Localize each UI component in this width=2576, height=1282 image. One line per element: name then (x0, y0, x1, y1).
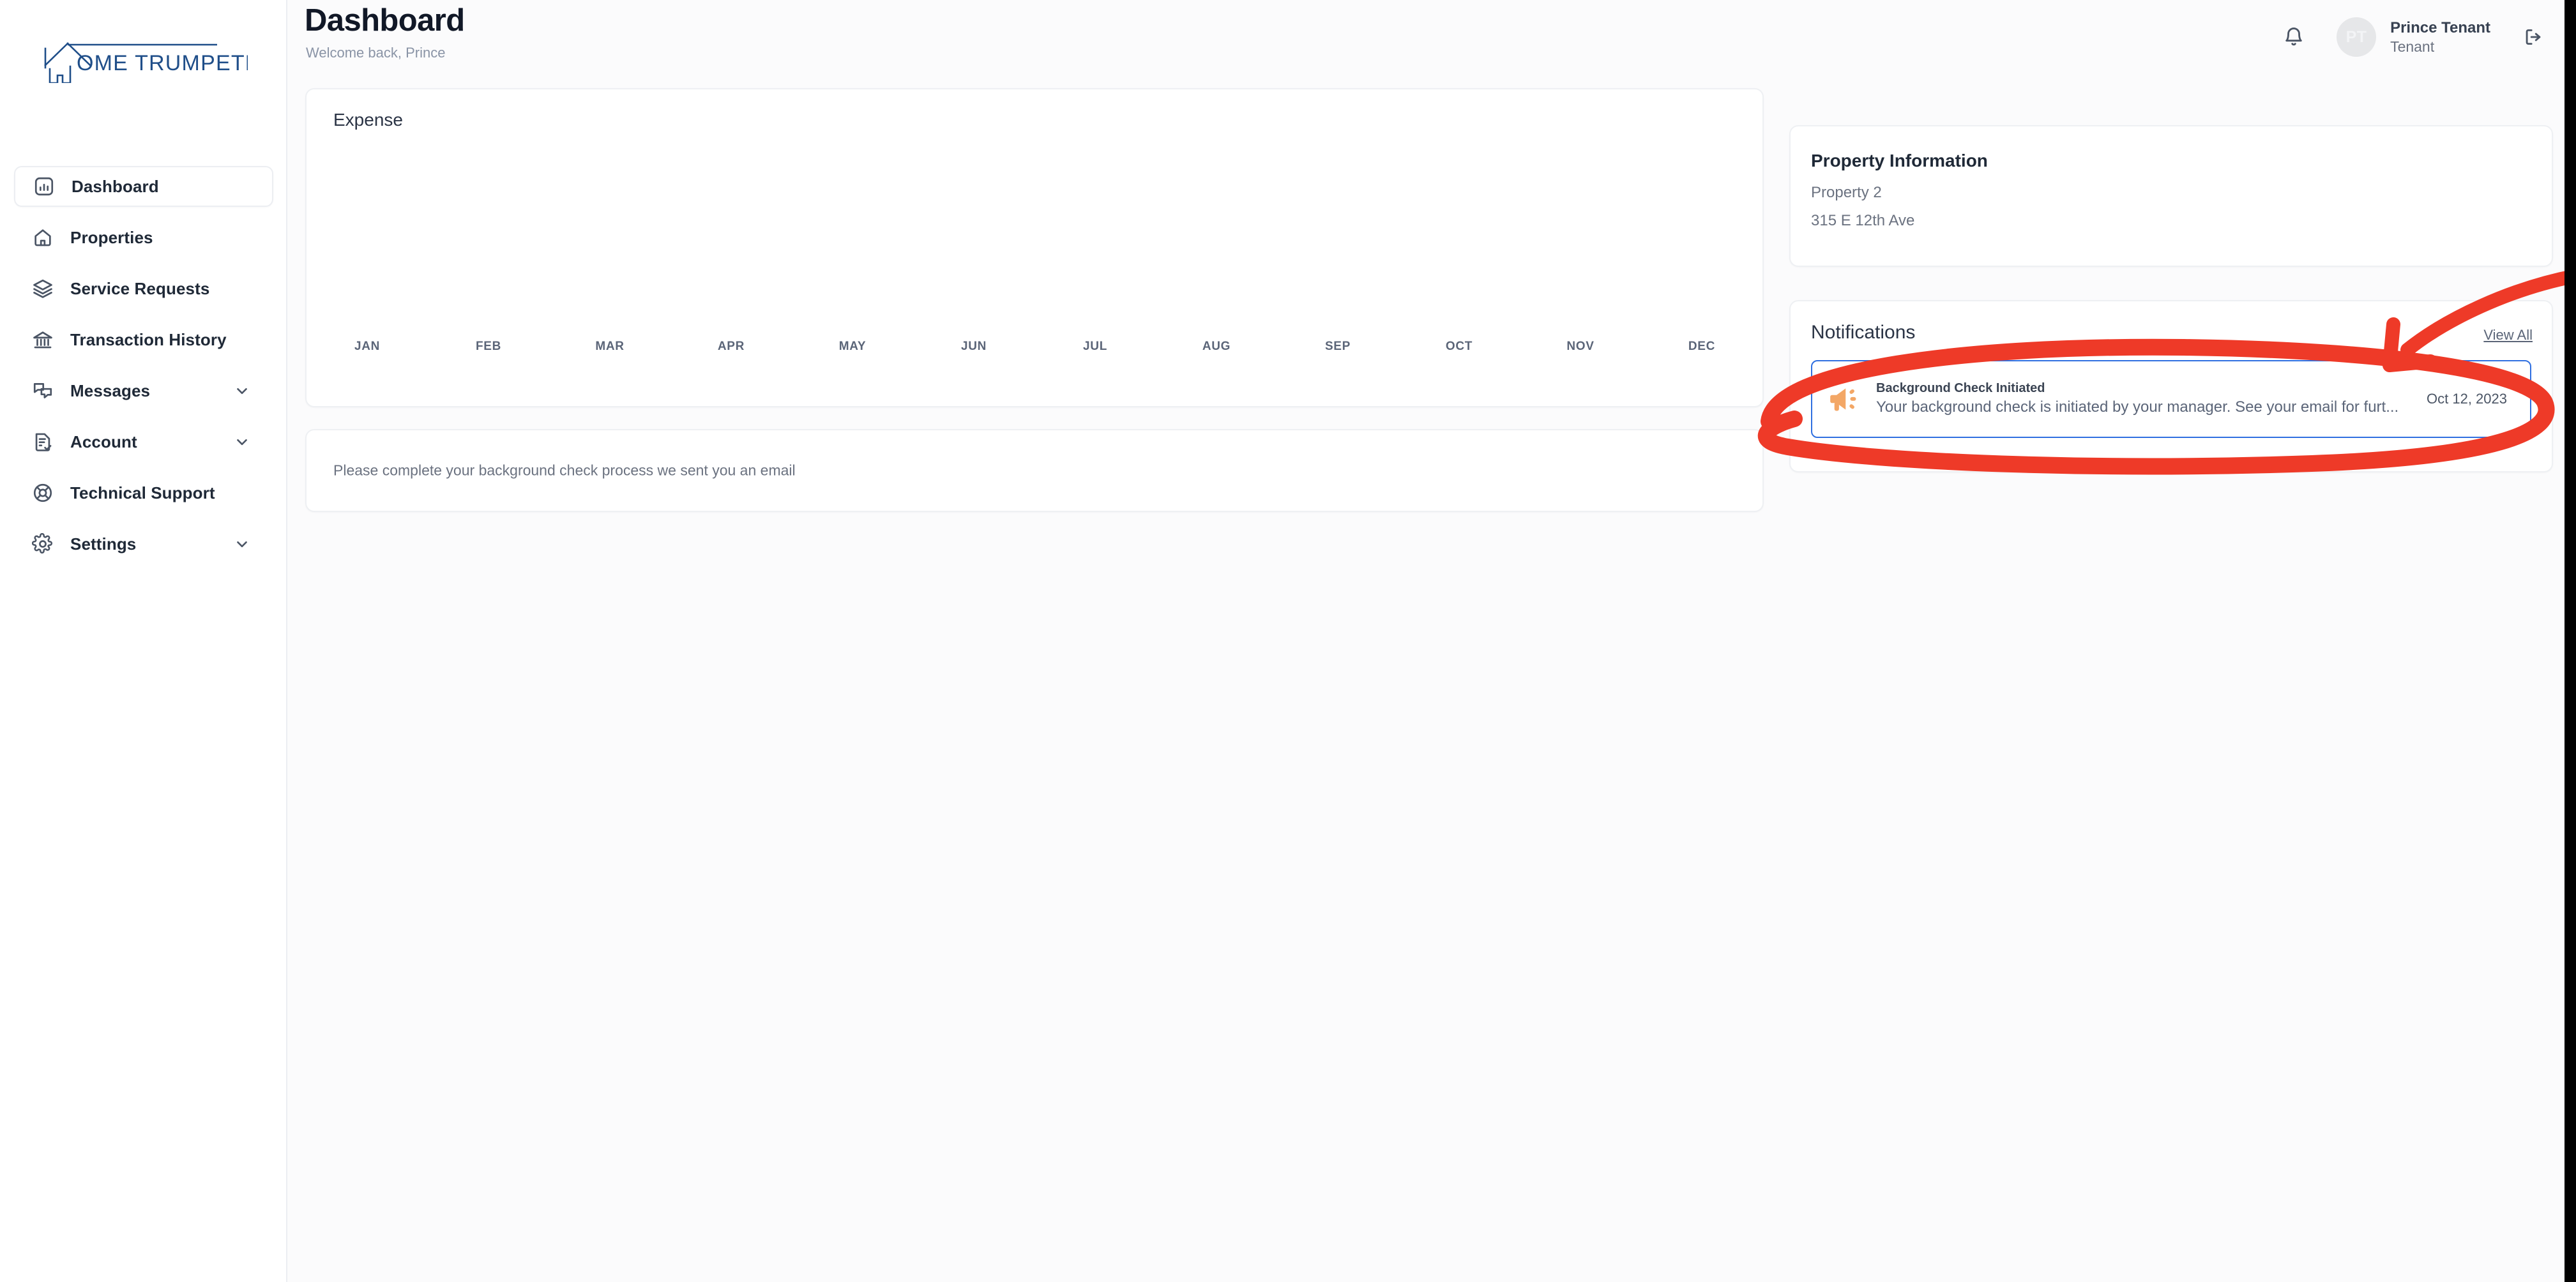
chat-bubbles-icon (28, 376, 57, 405)
x-tick: AUG (1202, 340, 1231, 353)
chart-x-axis: JAN FEB MAR APR MAY JUN JUL AUG SEP OCT … (307, 340, 1762, 354)
view-all-link[interactable]: View All (2483, 327, 2533, 343)
sidebar-item-label: Properties (70, 227, 153, 247)
x-tick: OCT (1445, 340, 1473, 353)
logout-icon[interactable] (2513, 17, 2553, 57)
user-name: Prince Tenant (2390, 19, 2490, 37)
x-tick: JAN (354, 340, 381, 353)
property-information-title: Property Information (1811, 151, 1988, 170)
x-tick: MAR (595, 340, 625, 353)
notification-title: Background Check Initiated (1876, 381, 2045, 396)
property-information-card: Property Information Property 2 315 E 12… (1789, 125, 2553, 267)
gear-icon (28, 529, 57, 559)
notification-item[interactable]: Background Check Initiated Your backgrou… (1811, 360, 2531, 438)
sidebar-item-label: Messages (70, 381, 151, 400)
document-check-icon (28, 427, 57, 456)
megaphone-icon (1812, 382, 1876, 416)
sidebar-item-transaction-history[interactable]: Transaction History (14, 319, 273, 360)
chevron-down-icon[interactable] (234, 382, 250, 399)
sidebar-item-messages[interactable]: Messages (14, 370, 273, 411)
sidebar-item-label: Dashboard (72, 176, 159, 196)
brand-logo[interactable]: OME TRUMPETER (26, 37, 249, 83)
top-bar: Dashboard Welcome back, Prince PT Prince… (289, 0, 2565, 75)
bar-chart-icon (29, 172, 59, 201)
page-title: Dashboard (305, 3, 465, 38)
notification-date: Oct 12, 2023 (2427, 391, 2507, 407)
right-gutter (2565, 0, 2576, 1282)
x-tick: MAY (838, 340, 867, 353)
expense-chart-title: Expense (333, 110, 403, 130)
sidebar-item-label: Technical Support (70, 483, 215, 502)
background-check-notice-text: Please complete your background check pr… (333, 462, 796, 479)
notification-body: Background Check Initiated Your backgrou… (1876, 380, 2427, 418)
home-trumpeter-logo-icon: OME TRUMPETER (44, 42, 248, 83)
user-role: Tenant (2390, 38, 2435, 55)
bank-icon (28, 325, 57, 354)
sidebar: OME TRUMPETER Dashboard Properties (0, 0, 287, 1282)
app-root: OME TRUMPETER Dashboard Properties (0, 0, 2576, 1282)
lifebuoy-icon (28, 478, 57, 508)
background-check-notice-card: Please complete your background check pr… (305, 429, 1764, 512)
notification-description: Your background check is initiated by yo… (1876, 398, 2399, 416)
user-info[interactable]: Prince Tenant Tenant (2390, 19, 2490, 55)
sidebar-item-service-requests[interactable]: Service Requests (14, 268, 273, 309)
sidebar-item-label: Settings (70, 534, 137, 554)
sidebar-item-account[interactable]: Account (14, 421, 273, 462)
logo-wordmark: OME TRUMPETER (77, 51, 248, 75)
sidebar-item-technical-support[interactable]: Technical Support (14, 472, 273, 513)
expense-chart-card: Expense JAN FEB MAR APR MAY JUN JUL AUG … (305, 88, 1764, 407)
sidebar-nav: Dashboard Properties Service Requests Tr… (0, 166, 287, 575)
home-icon (28, 223, 57, 252)
x-tick: NOV (1566, 340, 1595, 353)
notifications-title: Notifications (1811, 322, 1916, 343)
property-address: 315 E 12th Ave (1811, 212, 1915, 229)
sidebar-item-label: Service Requests (70, 278, 210, 298)
x-tick: DEC (1688, 340, 1716, 353)
x-tick: JUN (960, 340, 987, 353)
x-tick: APR (717, 340, 745, 353)
bell-icon[interactable] (2275, 19, 2312, 56)
x-tick: FEB (475, 340, 502, 353)
top-bar-actions: PT Prince Tenant Tenant (2275, 14, 2565, 60)
expense-chart-plot: JAN FEB MAR APR MAY JUN JUL AUG SEP OCT … (307, 151, 1762, 406)
sidebar-item-label: Account (70, 432, 137, 451)
avatar[interactable]: PT (2337, 17, 2377, 57)
chevron-down-icon[interactable] (234, 434, 250, 450)
notifications-card: Notifications View All Background Check … (1789, 300, 2553, 472)
sidebar-item-dashboard[interactable]: Dashboard (14, 166, 273, 207)
welcome-subtitle: Welcome back, Prince (306, 45, 446, 61)
sidebar-item-label: Transaction History (70, 329, 227, 349)
property-name: Property 2 (1811, 184, 1882, 201)
x-tick: SEP (1324, 340, 1351, 353)
chevron-down-icon[interactable] (234, 536, 250, 552)
x-tick: JUL (1083, 340, 1107, 353)
layers-icon (28, 274, 57, 303)
sidebar-item-properties[interactable]: Properties (14, 217, 273, 258)
sidebar-item-settings[interactable]: Settings (14, 524, 273, 564)
